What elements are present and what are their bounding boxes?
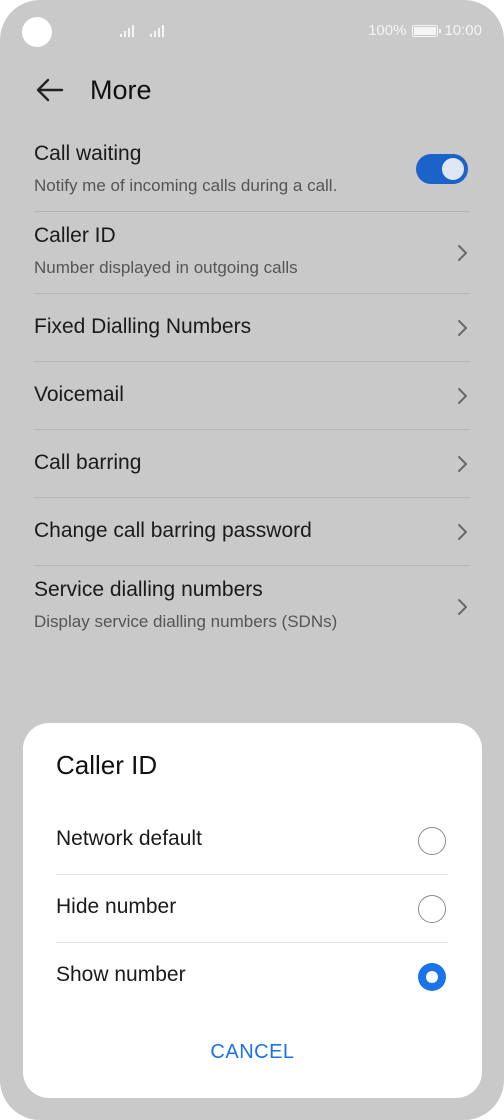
setting-subtitle: Display service dialling numbers (SDNs): [34, 612, 338, 631]
caller-id-dialog: Caller ID Network default Hide number Show…: [23, 723, 482, 1098]
setting-label: Call waiting: [34, 142, 142, 165]
dialog-title: Caller ID: [56, 750, 158, 780]
setting-row[interactable]: Call waiting Notify me of incoming calls …: [34, 130, 470, 212]
page-title: More: [90, 75, 152, 105]
signal-icon: [120, 25, 134, 37]
status-bar: 100% 10:00: [0, 0, 504, 62]
setting-row[interactable]: Change call barring password: [34, 498, 470, 566]
setting-row[interactable]: Voicemail: [34, 362, 470, 430]
setting-label: Fixed Dialling Numbers: [34, 315, 252, 338]
dialog-option[interactable]: Hide number: [56, 875, 448, 943]
setting-row[interactable]: Service dialling numbers Display service …: [34, 566, 470, 648]
cancel-button[interactable]: CANCEL: [23, 1041, 482, 1064]
back-arrow-icon[interactable]: [34, 74, 66, 106]
battery-icon: [412, 24, 442, 37]
radio-unselected-icon[interactable]: [418, 827, 446, 855]
radio-unselected-icon[interactable]: [418, 895, 446, 923]
call-waiting-toggle[interactable]: [416, 154, 468, 184]
setting-subtitle: Number displayed in outgoing calls: [34, 258, 298, 277]
dialog-option[interactable]: Network default: [56, 807, 448, 875]
setting-subtitle: Notify me of incoming calls during a cal…: [34, 176, 338, 195]
option-label: Hide number: [56, 895, 177, 918]
chevron-right-icon: [458, 599, 467, 615]
settings-list: Call waiting Notify me of incoming calls …: [34, 130, 470, 648]
status-right: 100% 10:00: [368, 22, 482, 39]
battery-percent: 100%: [368, 22, 407, 39]
phone-screen: 100% 10:00 More Call waiting Notify me of…: [0, 0, 504, 1120]
chevron-right-icon: [458, 245, 467, 261]
setting-label: Caller ID: [34, 224, 116, 247]
setting-row[interactable]: Call barring: [34, 430, 470, 498]
dialog-option[interactable]: Show number: [56, 943, 448, 1011]
camera-cutout: [22, 17, 52, 47]
chevron-right-icon: [458, 524, 467, 540]
setting-row[interactable]: Caller ID Number displayed in outgoing ca…: [34, 212, 470, 294]
setting-row[interactable]: Fixed Dialling Numbers: [34, 294, 470, 362]
radio-selected-icon[interactable]: [418, 963, 446, 991]
toggle-knob: [442, 158, 464, 180]
chevron-right-icon: [458, 388, 467, 404]
setting-label: Voicemail: [34, 383, 124, 406]
option-label: Show number: [56, 963, 186, 986]
signal-icon-2: [150, 25, 164, 37]
setting-label: Service dialling numbers: [34, 578, 263, 601]
clock: 10:00: [444, 22, 482, 39]
option-label: Network default: [56, 827, 202, 850]
setting-label: Call barring: [34, 451, 142, 474]
chevron-right-icon: [458, 320, 467, 336]
chevron-right-icon: [458, 456, 467, 472]
header: More: [0, 62, 504, 120]
setting-label: Change call barring password: [34, 519, 312, 542]
